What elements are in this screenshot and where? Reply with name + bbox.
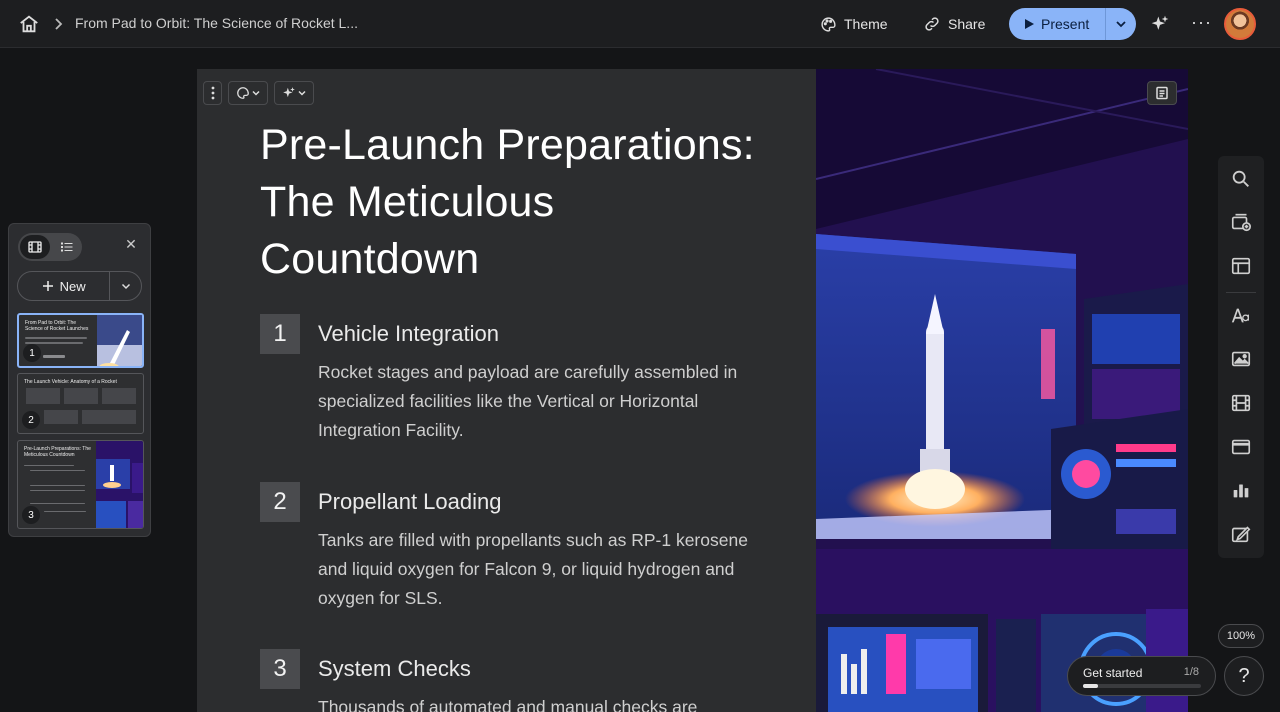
step-number: 1 — [260, 314, 300, 354]
thumb-line — [44, 511, 86, 512]
toolbar-divider — [1226, 292, 1256, 293]
draw-icon[interactable] — [1230, 523, 1252, 545]
slide-theme-button[interactable] — [228, 81, 268, 105]
thumb-button — [43, 355, 65, 358]
home-icon[interactable] — [18, 13, 40, 35]
thumbnail-title: Pre-Launch Preparations: The Meticulous … — [24, 446, 91, 458]
kebab-icon — [211, 86, 214, 100]
slide-toolbar — [203, 81, 314, 105]
step-heading: Vehicle Integration — [318, 321, 500, 346]
film-icon — [28, 241, 42, 253]
thumb-line — [30, 490, 85, 491]
thumb-line — [30, 470, 85, 471]
list-icon — [61, 242, 73, 252]
step-body: Tanks are filled with propellants such a… — [318, 530, 748, 608]
thumb-card — [82, 410, 136, 424]
text-style-icon[interactable] — [1230, 305, 1252, 327]
thumb-card — [44, 410, 78, 424]
slide-ai-button[interactable] — [274, 81, 314, 105]
thumbnail-image — [97, 315, 142, 366]
video-icon[interactable] — [1230, 392, 1252, 414]
palette-icon — [237, 87, 249, 99]
slide-thumbnail-1[interactable]: From Pad to Orbit: The Science of Rocket… — [17, 313, 144, 368]
thumb-card — [64, 388, 98, 404]
help-button[interactable]: ? — [1224, 656, 1264, 696]
theme-label: Theme — [844, 16, 888, 32]
layout-icon[interactable] — [1230, 255, 1252, 277]
play-icon — [1025, 19, 1034, 29]
step-number: 3 — [260, 649, 300, 689]
chevron-down-icon — [252, 90, 260, 96]
step-heading: System Checks — [318, 656, 471, 681]
sparkle-icon[interactable] — [1150, 14, 1170, 34]
thumb-card — [102, 388, 136, 404]
chevron-right-icon — [52, 14, 66, 34]
thumbnail-number: 3 — [22, 506, 40, 524]
link-icon — [925, 17, 939, 31]
view-toggle — [18, 233, 82, 261]
share-label: Share — [948, 16, 986, 32]
embed-icon[interactable] — [1230, 436, 1252, 458]
slide-menu-button[interactable] — [203, 81, 222, 105]
get-started-button[interactable]: Get started 1/8 — [1067, 656, 1216, 696]
thumbnail-number: 2 — [22, 411, 40, 429]
doc-title[interactable]: From Pad to Orbit: The Science of Rocket… — [75, 15, 358, 31]
slide-thumbnail-3[interactable]: Pre-Launch Preparations: The Meticulous … — [17, 440, 144, 529]
get-started-progress-fill — [1083, 684, 1098, 688]
avatar[interactable] — [1224, 8, 1256, 40]
more-icon[interactable]: ··· — [1191, 13, 1211, 34]
new-slide-button[interactable]: New — [17, 271, 142, 301]
theme-button[interactable]: Theme — [820, 12, 888, 36]
plus-icon — [42, 281, 53, 291]
thumbnail-view-button[interactable] — [20, 235, 50, 259]
top-bar: From Pad to Orbit: The Science of Rocket… — [0, 0, 1280, 48]
chevron-down-icon — [298, 90, 306, 96]
thumb-line — [30, 485, 85, 486]
new-slide-options[interactable] — [109, 272, 141, 300]
thumbnail-image — [96, 441, 143, 528]
get-started-count: 1/8 — [1183, 666, 1199, 678]
step-body: Rocket stages and payload are carefully … — [318, 362, 738, 440]
slide-title[interactable]: Pre-Launch Preparations: The Meticulous … — [260, 117, 780, 288]
new-slide-main[interactable]: New — [18, 272, 109, 300]
slide-canvas[interactable]: Pre-Launch Preparations: The Meticulous … — [197, 69, 1188, 712]
thumbnail-title: From Pad to Orbit: The Science of Rocket… — [25, 320, 89, 332]
thumb-card — [26, 388, 60, 404]
step-number: 2 — [260, 482, 300, 522]
sparkle-icon — [283, 87, 295, 98]
thumb-line — [24, 465, 74, 466]
share-button[interactable]: Share — [923, 12, 985, 36]
notes-icon — [1156, 86, 1168, 100]
present-options-button[interactable] — [1105, 8, 1136, 40]
palette-icon — [821, 16, 836, 32]
zoom-level[interactable]: 100% — [1218, 624, 1264, 648]
chevron-down-icon — [121, 283, 130, 290]
chart-icon[interactable] — [1230, 479, 1252, 501]
thumb-line — [25, 337, 87, 339]
present-main[interactable]: Present — [1009, 8, 1105, 40]
chevron-down-icon — [1116, 21, 1126, 28]
thumb-line — [30, 503, 85, 504]
thumbnail-number: 1 — [23, 344, 41, 362]
add-card-icon[interactable] — [1230, 211, 1252, 233]
get-started-progress — [1083, 684, 1201, 688]
speaker-notes-button[interactable] — [1147, 81, 1177, 105]
mission-control-image[interactable] — [816, 69, 1188, 712]
new-label: New — [59, 278, 86, 294]
thumbnail-title: The Launch Vehicle: Anatomy of a Rocket — [24, 379, 117, 385]
right-toolbar — [1218, 156, 1264, 558]
search-icon[interactable] — [1230, 168, 1252, 190]
slides-panel: ✕ New From Pad to Orbit: The Science of … — [8, 223, 151, 537]
close-icon[interactable]: ✕ — [123, 236, 139, 252]
present-label: Present — [1041, 16, 1090, 32]
step-heading: Propellant Loading — [318, 489, 502, 514]
outline-view-button[interactable] — [54, 235, 80, 259]
get-started-label: Get started — [1083, 666, 1143, 680]
slide-thumbnail-2[interactable]: The Launch Vehicle: Anatomy of a Rocket … — [17, 373, 144, 434]
step-body: Thousands of automated and manual checks… — [318, 697, 698, 712]
image-icon[interactable] — [1230, 348, 1252, 370]
present-button[interactable]: Present — [1009, 8, 1136, 40]
